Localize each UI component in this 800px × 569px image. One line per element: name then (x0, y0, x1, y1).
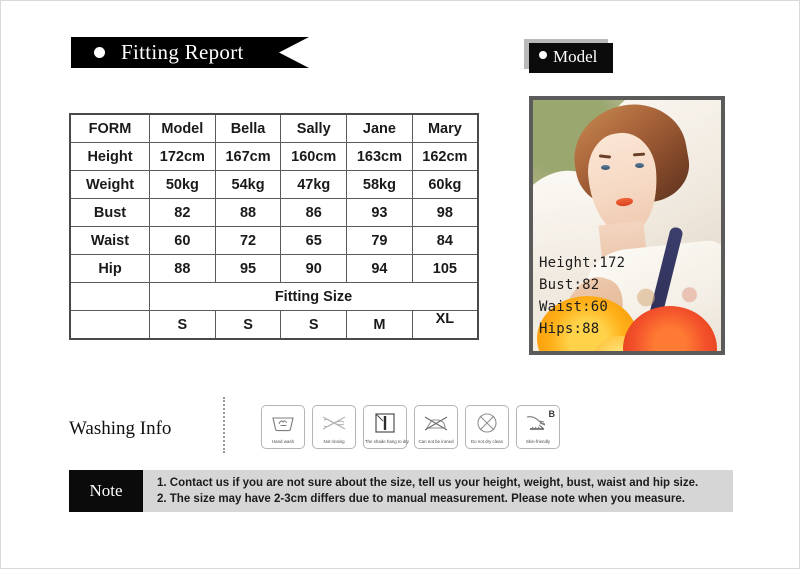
bullet-dot-icon (539, 51, 547, 59)
cell-hip-sally: 90 (280, 254, 348, 283)
row-label-height: Height (69, 142, 150, 171)
empty-cell (69, 310, 150, 340)
no-wringing-label: Not rinsing (323, 439, 345, 444)
table-row: Height 172cm 167cm 160cm 163cm 162cm (69, 142, 479, 171)
row-label-weight: Weight (69, 170, 150, 199)
table-header-model: Model (149, 113, 216, 143)
cell-waist-bella: 72 (214, 226, 282, 255)
cell-bust-sally: 86 (280, 198, 348, 227)
row-label-waist: Waist (69, 226, 150, 255)
cell-hip-bella: 95 (214, 254, 282, 283)
table-row: Bust 82 88 86 93 98 (69, 198, 479, 227)
shade-hang-dry-icon: The shade hang to dry (363, 405, 409, 449)
do-not-dry-clean-icon: Do not dry clean (465, 405, 509, 449)
fitting-table-wrapper: FORM Model Bella Sally Jane Mary Height … (69, 113, 479, 340)
cell-hip-model: 88 (149, 254, 216, 283)
section-divider (223, 397, 225, 453)
do-not-dry-clean-label: Do not dry clean (470, 439, 504, 444)
photo-eye-right (634, 162, 644, 168)
size-sally: S (280, 310, 348, 340)
do-not-iron-label: Can not be ironed (418, 439, 454, 444)
model-measurements-overlay: Height:172 Bust:82 Waist:60 Hips:88 (539, 255, 626, 337)
model-badge-label: Model (553, 47, 598, 66)
fitting-report-page: Fitting Report Model FORM Model Bella Sa… (0, 0, 800, 569)
table-header-sally: Sally (280, 113, 348, 143)
photo-eyebrow-right (632, 152, 645, 157)
no-wringing-icon: Not rinsing (312, 405, 356, 449)
page-title: Fitting Report (121, 40, 244, 64)
shade-hang-dry-glyph (364, 410, 406, 435)
model-photo-inner: Height:172 Bust:82 Waist:60 Hips:88 (533, 100, 721, 351)
cell-weight-model: 50kg (149, 170, 216, 199)
shade-hang-dry-label: The shade hang to dry (364, 439, 409, 444)
cell-height-jane: 163cm (346, 142, 413, 171)
skin-friendly-icon: B Skin-friendly (516, 405, 560, 449)
cell-height-sally: 160cm (280, 142, 348, 171)
note-line-2: 2. The size may have 2-3cm differs due t… (157, 493, 685, 505)
model-photo: Height:172 Bust:82 Waist:60 Hips:88 (529, 96, 725, 355)
do-not-dry-clean-glyph (466, 410, 508, 435)
row-label-bust: Bust (69, 198, 150, 227)
washing-icon-list: Hand wash Not rinsing The shade hang to … (261, 405, 560, 449)
cell-height-bella: 167cm (214, 142, 282, 171)
cell-hip-jane: 94 (346, 254, 413, 283)
cell-waist-sally: 65 (280, 226, 348, 255)
cell-weight-sally: 47kg (280, 170, 348, 199)
cell-weight-mary: 60kg (411, 170, 479, 199)
table-row: Waist 60 72 65 79 84 (69, 226, 479, 255)
note-line-1: 1. Contact us if you are not sure about … (157, 477, 699, 489)
washing-info-title: Washing Info (69, 418, 172, 439)
cell-bust-mary: 98 (411, 198, 479, 227)
size-bella: S (214, 310, 282, 340)
cell-height-mary: 162cm (411, 142, 479, 171)
note-body: 1. Contact us if you are not sure about … (143, 470, 733, 512)
skin-friendly-label: Skin-friendly (525, 439, 551, 444)
table-row: Hip 88 95 90 94 105 (69, 254, 479, 283)
fitting-table: FORM Model Bella Sally Jane Mary Height … (69, 113, 479, 340)
cell-hip-mary: 105 (411, 254, 479, 283)
bullet-dot-icon (94, 47, 105, 58)
table-header-jane: Jane (346, 113, 413, 143)
empty-cell (69, 282, 150, 311)
cell-bust-model: 82 (149, 198, 216, 227)
no-wringing-glyph (313, 410, 355, 435)
size-mary: XL (411, 310, 479, 340)
cell-bust-bella: 88 (214, 198, 282, 227)
hand-wash-label: Hand wash (271, 439, 295, 444)
note-label-text: Note (89, 481, 123, 500)
cell-weight-bella: 54kg (214, 170, 282, 199)
hand-wash-icon: Hand wash (261, 405, 305, 449)
table-header-mary: Mary (411, 113, 479, 143)
size-jane: M (346, 310, 413, 340)
table-row: Weight 50kg 54kg 47kg 58kg 60kg (69, 170, 479, 199)
cell-waist-mary: 84 (411, 226, 479, 255)
skin-friendly-glyph (517, 410, 559, 435)
cell-waist-model: 60 (149, 226, 216, 255)
size-row: S S S M XL (69, 310, 479, 340)
cell-waist-jane: 79 (346, 226, 413, 255)
cell-weight-jane: 58kg (346, 170, 413, 199)
fitting-size-label: Fitting Size (149, 282, 479, 311)
table-header-bella: Bella (214, 113, 282, 143)
row-label-hip: Hip (69, 254, 150, 283)
hand-wash-glyph (262, 410, 304, 435)
note-label: Note (69, 470, 143, 512)
fitting-size-row: Fitting Size (69, 282, 479, 311)
do-not-iron-glyph (415, 410, 457, 435)
cell-height-model: 172cm (149, 142, 216, 171)
table-header-row: FORM Model Bella Sally Jane Mary (69, 113, 479, 143)
table-header-form: FORM (69, 113, 150, 143)
cell-bust-jane: 93 (346, 198, 413, 227)
do-not-iron-icon: Can not be ironed (414, 405, 458, 449)
size-model: S (149, 310, 216, 340)
